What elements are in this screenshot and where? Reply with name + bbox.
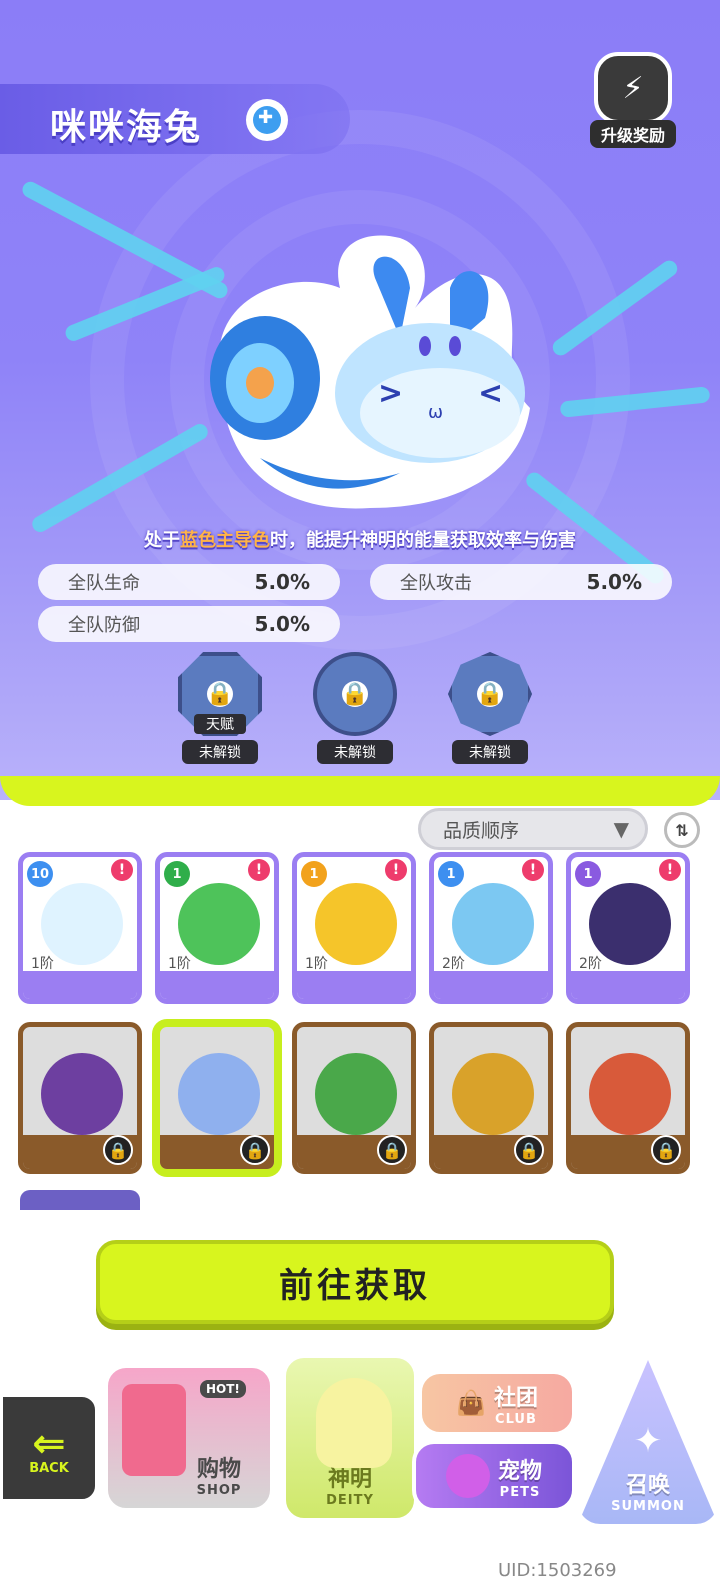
svg-text:>: > [378,376,403,411]
user-id: UID:1503269 [498,1560,617,1581]
pet-rank: 1阶 [31,956,54,972]
pet-detail-hero: 咪咪海兔 ⚡ 升级奖励 > < ω 处于蓝色主导色时，能提升神明的能量获取效率与… [0,0,720,800]
pet-card[interactable]: 1 ! 1阶 [155,852,279,1004]
upgrade-reward-label: 升级奖励 [590,120,676,148]
alert-icon: ! [111,859,133,881]
padlock-icon: 🔒 [651,1135,681,1165]
back-button[interactable]: ⇐ BACK [0,1394,98,1502]
sort-dropdown[interactable]: 品质顺序 ▼ [418,808,648,850]
skill-talent[interactable]: 🔒 天赋 未解锁 [170,652,270,764]
alert-icon: ! [522,859,544,881]
pets-icon [445,1454,490,1498]
pet-name: 咪咪海兔 [50,107,203,148]
summon-star-icon: ✦ [633,1421,663,1461]
pet-portrait [178,1053,260,1135]
pet-rank: 1阶 [305,956,328,972]
pet-card-locked[interactable]: 🔒 [18,1022,142,1174]
bottom-nav: ⇐ BACK HOT! 购物 SHOP 神明 DEITY 👜 社团 CLUB 宠… [0,1340,720,1540]
pet-rank: 1阶 [168,956,191,972]
stat-team-hp: 全队生命 5.0% [38,564,340,600]
pet-ability-description: 处于蓝色主导色时，能提升神明的能量获取效率与伤害 [144,530,576,551]
pet-level-badge: 10 [27,861,53,887]
sort-order-toggle-icon[interactable]: ⇅ [664,812,700,848]
nav-club[interactable]: 👜 社团 CLUB [418,1370,576,1436]
pet-card[interactable]: 1 ! 2阶 [566,852,690,1004]
pet-card[interactable]: 1 ! 1阶 [292,852,416,1004]
pet-portrait [452,1053,534,1135]
sort-label: 品质顺序 [443,819,520,842]
sea-rabbit-portrait: > < ω [210,235,531,509]
pet-portrait [589,1053,671,1135]
skill-slot-3[interactable]: 🔒 未解锁 [440,652,540,764]
skill-status: 未解锁 [317,740,393,764]
upgrade-reward-button[interactable]: ⚡ 升级奖励 [590,52,676,148]
alert-icon: ! [248,859,270,881]
skill-status: 未解锁 [452,740,528,764]
svg-text:<: < [478,376,503,411]
padlock-icon: 🔒 [103,1135,133,1165]
club-bag-icon: 👜 [456,1389,486,1417]
skill-slot-2[interactable]: 🔒 未解锁 [305,652,405,764]
slime-divider [0,776,720,806]
padlock-icon: 🔒 [514,1135,544,1165]
pet-level-badge: 1 [301,861,327,887]
nav-deity[interactable]: 神明 DEITY [282,1354,418,1522]
pet-card-locked[interactable]: 🔒 [292,1022,416,1174]
talent-tag: 天赋 [194,714,246,734]
stat-team-attack: 全队攻击 5.0% [370,564,672,600]
pet-level-badge: 1 [164,861,190,887]
chevron-down-icon: ▼ [613,817,629,841]
alert-icon: ! [659,859,681,881]
pet-card-locked-selected[interactable]: 🔒 [155,1022,279,1174]
skill-badge: 🔒 [448,652,532,736]
pet-level-badge: 1 [438,861,464,887]
padlock-icon: 🔒 [377,1135,407,1165]
stat-team-defense: 全队防御 5.0% [38,606,340,642]
nav-summon[interactable]: ✦ 召唤 SUMMON [578,1360,718,1524]
back-label: BACK [29,1460,69,1476]
lock-icon: 🔒 [476,681,504,707]
lock-icon: 🔒 [206,681,234,707]
pet-card-partial[interactable] [20,1190,140,1210]
lock-icon: 🔒 [341,681,369,707]
vending-machine-icon [122,1384,186,1476]
skill-status: 未解锁 [182,740,258,764]
deity-character-icon [316,1378,392,1468]
skill-badge: 🔒 [313,652,397,736]
upgrade-reward-icon: ⚡ [594,52,672,124]
pet-level-badge: 1 [575,861,601,887]
pet-card[interactable]: 10 ! 1阶 [18,852,142,1004]
pet-card-locked[interactable]: 🔒 [429,1022,553,1174]
svg-text:ω: ω [428,402,443,423]
pet-portrait [41,1053,123,1135]
hot-badge: HOT! [200,1380,246,1398]
water-element-icon [246,99,288,141]
padlock-icon: 🔒 [240,1135,270,1165]
alert-icon: ! [385,859,407,881]
nav-shop[interactable]: HOT! 购物 SHOP [104,1364,274,1512]
pet-card[interactable]: 1 ! 2阶 [429,852,553,1004]
pet-card-locked[interactable]: 🔒 [566,1022,690,1174]
nav-pets[interactable]: 宠物 PETS [412,1440,576,1512]
pet-rank: 2阶 [442,956,465,972]
pet-portrait [315,1053,397,1135]
go-obtain-button[interactable]: 前往获取 [96,1240,614,1324]
pet-rank: 2阶 [579,956,602,972]
